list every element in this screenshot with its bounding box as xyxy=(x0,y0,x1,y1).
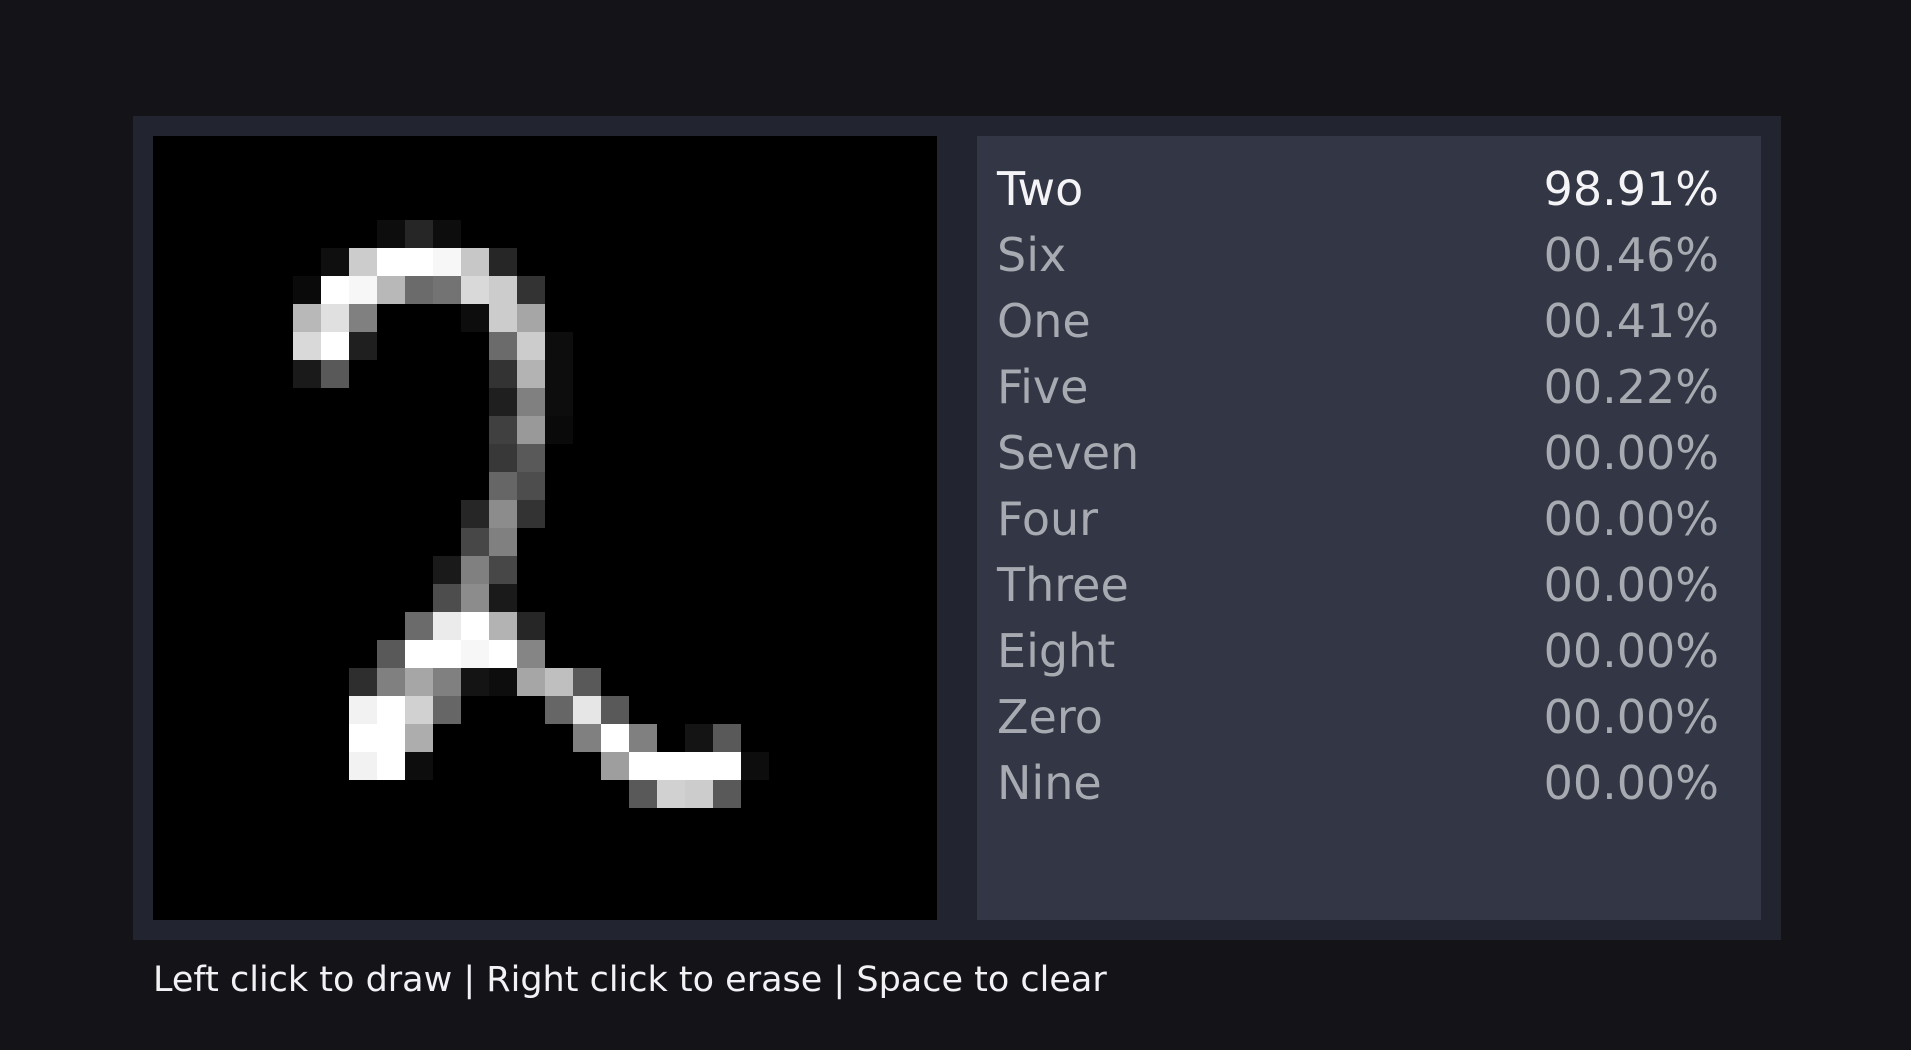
prediction-row: Five 00.22% xyxy=(997,354,1719,420)
prediction-value: 00.00% xyxy=(1543,426,1719,480)
prediction-label: Four xyxy=(997,492,1099,546)
instructions-text: Left click to draw | Right click to eras… xyxy=(153,960,1107,1000)
prediction-row: Nine 00.00% xyxy=(997,750,1719,816)
prediction-value: 00.00% xyxy=(1543,492,1719,546)
prediction-label: Nine xyxy=(997,756,1102,810)
drawing-canvas[interactable] xyxy=(153,136,937,920)
prediction-label: One xyxy=(997,294,1091,348)
drawing-canvas-panel[interactable] xyxy=(153,136,937,920)
prediction-row: Four 00.00% xyxy=(997,486,1719,552)
prediction-value: 00.00% xyxy=(1543,690,1719,744)
prediction-value: 00.00% xyxy=(1543,756,1719,810)
prediction-value: 00.00% xyxy=(1543,558,1719,612)
prediction-value: 00.00% xyxy=(1543,624,1719,678)
prediction-row: Zero 00.00% xyxy=(997,684,1719,750)
prediction-value: 00.22% xyxy=(1543,360,1719,414)
prediction-value: 00.41% xyxy=(1543,294,1719,348)
prediction-value: 98.91% xyxy=(1543,162,1719,216)
prediction-label: Eight xyxy=(997,624,1116,678)
prediction-row: Six 00.46% xyxy=(997,222,1719,288)
prediction-label: Five xyxy=(997,360,1089,414)
prediction-label: Three xyxy=(997,558,1129,612)
prediction-row: Two 98.91% xyxy=(997,156,1719,222)
prediction-value: 00.46% xyxy=(1543,228,1719,282)
prediction-label: Six xyxy=(997,228,1067,282)
prediction-label: Two xyxy=(997,162,1084,216)
predictions-panel: Two 98.91% Six 00.46% One 00.41% Five 00… xyxy=(977,136,1761,920)
prediction-row: Seven 00.00% xyxy=(997,420,1719,486)
prediction-row: One 00.41% xyxy=(997,288,1719,354)
prediction-label: Seven xyxy=(997,426,1140,480)
prediction-row: Three 00.00% xyxy=(997,552,1719,618)
prediction-row: Eight 00.00% xyxy=(997,618,1719,684)
prediction-label: Zero xyxy=(997,690,1103,744)
